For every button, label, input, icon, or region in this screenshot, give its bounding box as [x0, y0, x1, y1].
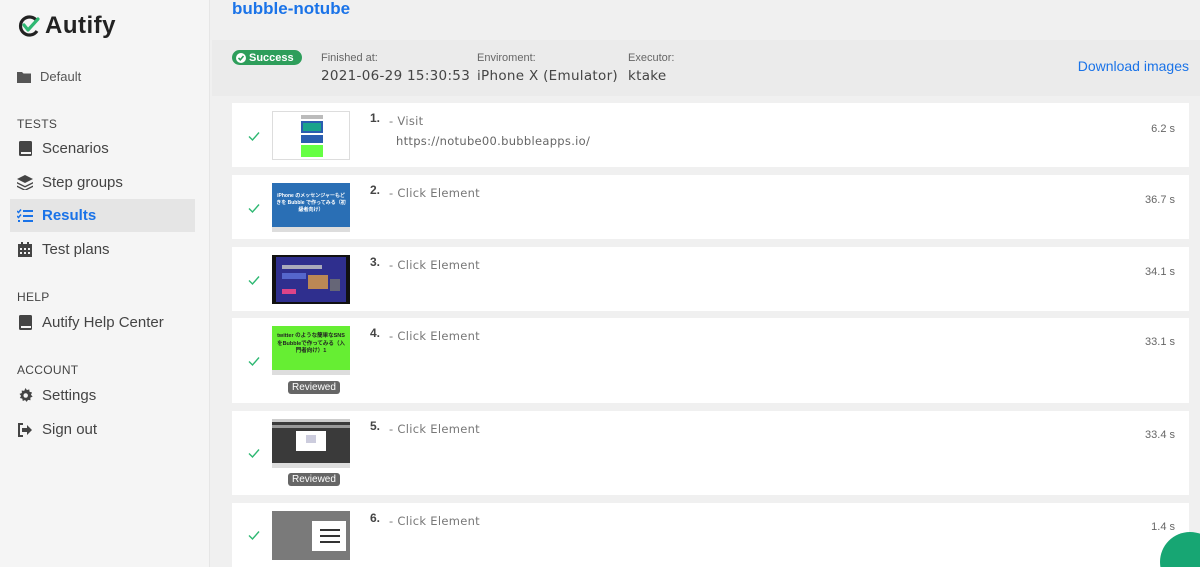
nav-item-label: Test plans [42, 241, 110, 258]
step-duration: 33.4 s [1145, 429, 1175, 441]
nav-item-label: Results [42, 207, 97, 224]
check-icon [248, 276, 260, 286]
nav-item-results[interactable]: Results [10, 199, 195, 232]
app-name: Autify [45, 12, 116, 39]
step-number: 3. [370, 255, 381, 269]
layers-icon [17, 175, 33, 191]
environment-label: Enviroment: [477, 52, 536, 64]
step-row[interactable]: iPhone のメッセンジャーもどきを Bubble で作ってみる（初級者向け）… [232, 175, 1189, 239]
nav-item-label: Sign out [42, 421, 98, 438]
step-duration: 6.2 s [1151, 123, 1175, 135]
section-title-account: ACCOUNT [17, 363, 79, 377]
screenshot-thumbnail [276, 257, 346, 302]
project-name: Default [40, 69, 82, 84]
step-number: 6. [370, 511, 381, 525]
step-screenshot[interactable] [272, 255, 350, 304]
step-action: - Click Element [389, 186, 480, 200]
thumbnail-text: iPhone のメッセンジャーもどきを Bubble で作ってみる（初級者向け） [276, 193, 346, 213]
status-text: Success [249, 51, 294, 64]
reviewed-badge: Reviewed [288, 381, 340, 394]
step-screenshot[interactable] [272, 511, 350, 560]
check-icon [248, 204, 260, 214]
nav-item-help-center[interactable]: Autify Help Center [10, 306, 195, 339]
autify-logo-icon [18, 15, 40, 37]
result-title[interactable]: bubble-notube [232, 0, 350, 19]
step-row[interactable]: 6. - Click Element 1.4 s [232, 503, 1189, 567]
reviewed-badge: Reviewed [288, 473, 340, 486]
status-badge: Success [232, 50, 302, 65]
step-action: - Click Element [389, 422, 480, 436]
step-row[interactable]: 3. - Click Element 34.1 s [232, 247, 1189, 311]
nav-item-scenarios[interactable]: Scenarios [10, 132, 195, 165]
step-duration: 36.7 s [1145, 194, 1175, 206]
result-info-bar: Success Finished at: 2021-06-29 15:30:53… [212, 40, 1200, 96]
nav-item-label: Scenarios [42, 140, 109, 157]
nav-item-settings[interactable]: Settings [10, 379, 195, 412]
screenshot-thumbnail [272, 419, 350, 468]
step-duration: 33.1 s [1145, 336, 1175, 348]
step-row[interactable]: twitter のような簡単なSNSをBubbleで作ってみる（入門者向け）1 … [232, 318, 1189, 403]
book-icon [17, 141, 33, 157]
calendar-icon [17, 242, 33, 258]
sign-out-icon [17, 422, 33, 438]
finished-at-value: 2021-06-29 15:30:53 [321, 68, 471, 84]
section-title-help: HELP [17, 290, 50, 304]
nav-item-sign-out[interactable]: Sign out [10, 413, 195, 446]
executor-label: Executor: [628, 52, 675, 64]
nav-item-label: Settings [42, 387, 97, 404]
check-icon [248, 357, 260, 367]
step-number: 5. [370, 419, 381, 433]
check-icon [248, 449, 260, 459]
check-circle-icon [236, 52, 246, 63]
step-screenshot[interactable] [272, 419, 350, 468]
list-check-icon [17, 208, 33, 224]
step-number: 1. [370, 111, 381, 125]
book-icon [17, 315, 33, 331]
step-action: - Visit [389, 114, 424, 128]
step-screenshot[interactable] [272, 111, 350, 160]
environment-value: iPhone X (Emulator) [477, 68, 618, 84]
section-title-tests: TESTS [17, 117, 58, 131]
thumbnail-text: twitter のような簡単なSNSをBubbleで作ってみる（入門者向け）1 [277, 333, 345, 354]
nav-item-test-plans[interactable]: Test plans [10, 233, 195, 266]
step-action: - Click Element [389, 258, 480, 272]
step-row[interactable]: 1. - Visit https://notube00.bubbleapps.i… [232, 103, 1189, 167]
environment: Enviroment: iPhone X (Emulator) [477, 52, 618, 84]
download-images-link[interactable]: Download images [1078, 58, 1189, 74]
finished-at-label: Finished at: [321, 52, 378, 64]
finished-at: Finished at: 2021-06-29 15:30:53 [321, 52, 470, 84]
step-duration: 34.1 s [1145, 266, 1175, 278]
nav-item-label: Step groups [42, 174, 123, 191]
step-url[interactable]: https://notube00.bubbleapps.io/ [396, 134, 590, 148]
step-action: - Click Element [389, 514, 480, 528]
folder-icon [17, 71, 31, 83]
gear-icon [17, 388, 33, 404]
autify-logo[interactable]: Autify [17, 12, 116, 40]
screenshot-thumbnail [312, 521, 346, 551]
sidebar: Autify Default TESTS Scenarios Step grou… [0, 0, 210, 567]
main-content: bubble-notube Success Finished at: 2021-… [212, 0, 1200, 567]
step-number: 2. [370, 183, 381, 197]
nav-item-step-groups[interactable]: Step groups [10, 166, 195, 199]
step-action: - Click Element [389, 329, 480, 343]
step-screenshot[interactable]: twitter のような簡単なSNSをBubbleで作ってみる（入門者向け）1 [272, 326, 350, 375]
check-icon [248, 531, 260, 541]
step-screenshot[interactable]: iPhone のメッセンジャーもどきを Bubble で作ってみる（初級者向け） [272, 183, 350, 232]
step-number: 4. [370, 326, 381, 340]
step-duration: 1.4 s [1151, 521, 1175, 533]
project-selector[interactable]: Default [17, 69, 81, 84]
executor-value: ktake [628, 68, 667, 84]
check-icon [248, 132, 260, 142]
nav-item-label: Autify Help Center [42, 314, 164, 331]
executor: Executor: ktake [628, 52, 674, 84]
step-row[interactable]: Reviewed 5. - Click Element 33.4 s [232, 411, 1189, 495]
screenshot-thumbnail [301, 115, 323, 157]
